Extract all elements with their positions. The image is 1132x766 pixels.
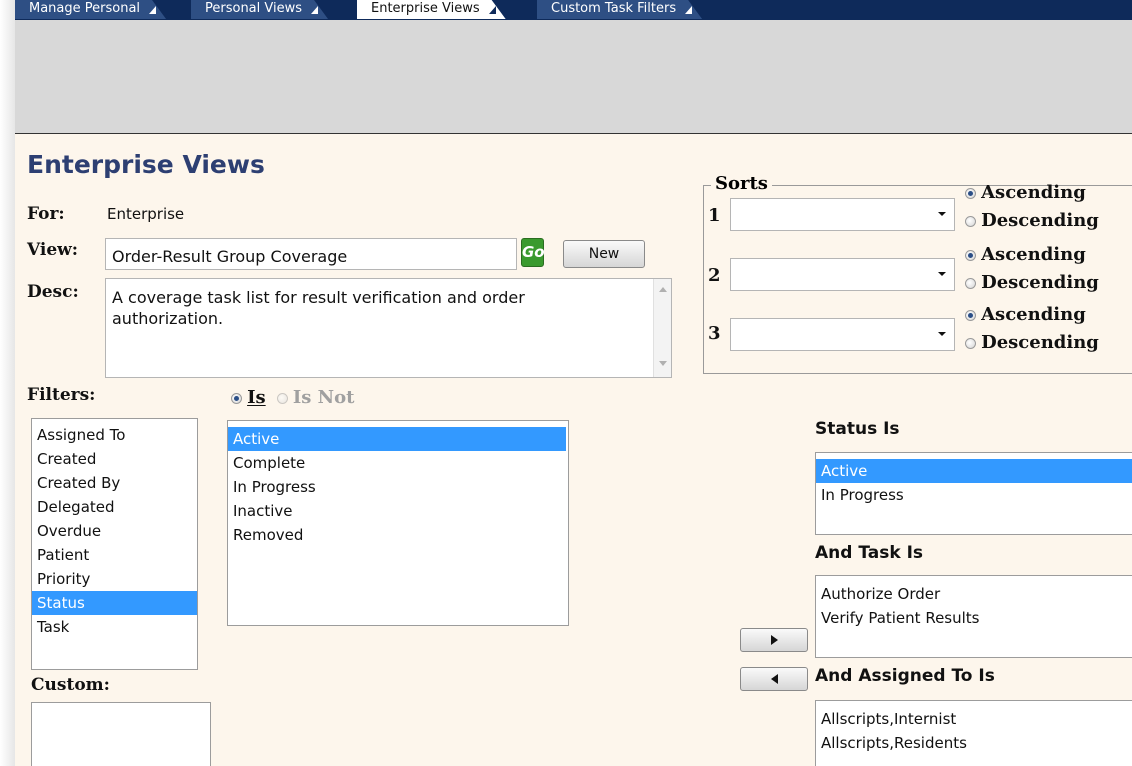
chevron-down-icon [938, 212, 946, 216]
tab-label: Custom Task Filters [551, 1, 677, 16]
for-value: Enterprise [107, 205, 185, 223]
sort-3-descending-label: Descending [981, 332, 1099, 353]
list-item[interactable]: Removed [228, 523, 568, 547]
radio-icon[interactable] [965, 216, 976, 227]
sort-1-ascending[interactable]: Ascending [965, 182, 1086, 203]
list-item[interactable]: In Progress [816, 483, 1132, 507]
radio-icon[interactable] [965, 250, 976, 261]
tab-label: Personal Views [205, 1, 303, 16]
tab-label: Manage Personal [29, 1, 141, 16]
list-item-selected[interactable]: Active [228, 427, 566, 451]
list-item[interactable]: Created By [32, 471, 197, 495]
chevron-down-icon [938, 272, 946, 276]
scroll-up-icon[interactable] [659, 287, 667, 292]
window-shadow [0, 0, 15, 766]
tab-corner-icon [311, 6, 318, 14]
tab-label: Enterprise Views [371, 1, 480, 16]
sort-3-descending[interactable]: Descending [965, 332, 1099, 353]
view-label: View: [27, 240, 79, 260]
is-radio[interactable] [231, 393, 242, 404]
list-item[interactable]: Task [32, 615, 197, 639]
assigned-to-list[interactable]: Allscripts,Internist Allscripts,Resident… [815, 700, 1132, 766]
go-button[interactable]: Go [521, 238, 545, 267]
and-task-is-heading: And Task Is [815, 543, 924, 563]
add-criteria-button[interactable] [740, 628, 808, 652]
arrow-left-icon [771, 674, 778, 684]
sort-1-ascending-label: Ascending [981, 182, 1086, 203]
sort-1-descending-label: Descending [981, 210, 1099, 231]
scroll-down-icon[interactable] [659, 361, 667, 366]
sort-2-descending-label: Descending [981, 272, 1099, 293]
toolbar-area [15, 20, 1132, 134]
arrow-right-icon [771, 635, 778, 645]
for-label: For: [27, 204, 65, 224]
tab-manage-personal[interactable]: Manage Personal [15, 0, 166, 19]
filters-list[interactable]: Assigned To Created Created By Delegated… [31, 418, 198, 670]
list-item[interactable]: Delegated [32, 495, 197, 519]
is-isnot-toggle: Is Is Not [231, 387, 354, 408]
desc-text: A coverage task list for result verifica… [112, 288, 525, 328]
desc-scrollbar[interactable] [653, 279, 671, 377]
is-not-label: Is Not [292, 387, 355, 408]
filters-label: Filters: [27, 385, 96, 405]
task-is-list[interactable]: Authorize Order Verify Patient Results [815, 575, 1132, 658]
page-title: Enterprise Views [27, 150, 265, 179]
is-label: Is [247, 387, 266, 408]
tab-corner-icon [489, 6, 496, 14]
status-is-list[interactable]: Active In Progress [815, 452, 1132, 535]
sort-1-select[interactable] [730, 198, 955, 231]
desc-textarea[interactable]: A coverage task list for result verifica… [105, 278, 672, 378]
list-item[interactable]: Complete [228, 451, 568, 475]
custom-list[interactable] [31, 702, 211, 766]
view-input[interactable]: Order-Result Group Coverage [105, 238, 517, 270]
sort-2-ascending[interactable]: Ascending [965, 244, 1086, 265]
list-item[interactable]: Inactive [228, 499, 568, 523]
sort-2-number: 2 [708, 265, 721, 286]
is-not-radio[interactable] [276, 393, 288, 404]
radio-icon[interactable] [965, 278, 976, 289]
tab-personal-views[interactable]: Personal Views [191, 0, 328, 19]
radio-icon[interactable] [965, 338, 976, 349]
radio-icon[interactable] [965, 310, 976, 321]
list-item[interactable]: In Progress [228, 475, 568, 499]
filter-values-list[interactable]: Active Complete In Progress Inactive Rem… [227, 420, 569, 626]
sort-2-ascending-label: Ascending [981, 244, 1086, 265]
sort-2-select[interactable] [730, 258, 955, 291]
sort-2-descending[interactable]: Descending [965, 272, 1099, 293]
radio-icon[interactable] [965, 188, 976, 199]
list-item[interactable]: Assigned To [32, 423, 197, 447]
list-item[interactable]: Priority [32, 567, 197, 591]
tab-custom-task-filters[interactable]: Custom Task Filters [537, 0, 702, 19]
sort-3-ascending[interactable]: Ascending [965, 304, 1086, 325]
tab-corner-icon [685, 6, 692, 14]
list-item[interactable]: Verify Patient Results [816, 606, 1132, 630]
tab-bar: Manage Personal Personal Views Enterpris… [15, 0, 1132, 20]
list-item-selected[interactable]: Status [32, 591, 197, 615]
status-is-heading: Status Is [815, 419, 900, 439]
and-assigned-to-is-heading: And Assigned To Is [815, 666, 995, 686]
remove-criteria-button[interactable] [740, 667, 808, 691]
sort-3-ascending-label: Ascending [981, 304, 1086, 325]
view-input-value: Order-Result Group Coverage [112, 247, 348, 266]
list-item[interactable]: Allscripts,Residents [816, 731, 1132, 755]
sort-1-descending[interactable]: Descending [965, 210, 1099, 231]
new-button[interactable]: New [563, 240, 645, 268]
tab-enterprise-views[interactable]: Enterprise Views [357, 0, 506, 19]
sort-3-number: 3 [708, 323, 721, 344]
list-item[interactable]: Allscripts,Internist [816, 707, 1132, 731]
custom-label: Custom: [31, 675, 110, 695]
chevron-down-icon [938, 332, 946, 336]
list-item[interactable]: Patient [32, 543, 197, 567]
list-item-selected[interactable]: Active [816, 459, 1132, 483]
sorts-legend: Sorts [711, 173, 772, 194]
list-item[interactable]: Created [32, 447, 197, 471]
list-item[interactable]: Overdue [32, 519, 197, 543]
list-item[interactable]: Authorize Order [816, 582, 1132, 606]
desc-label: Desc: [27, 282, 79, 302]
sort-3-select[interactable] [730, 318, 955, 351]
sort-1-number: 1 [708, 205, 721, 226]
app-window: Manage Personal Personal Views Enterpris… [15, 0, 1132, 766]
tab-corner-icon [149, 6, 156, 14]
